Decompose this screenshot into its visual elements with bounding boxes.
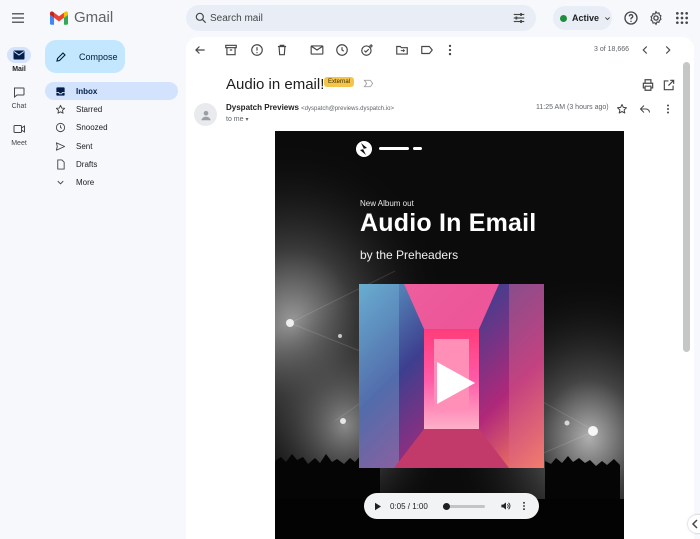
compose-button[interactable]: Compose — [45, 40, 125, 73]
sidebar-item-inbox[interactable]: Inbox — [45, 82, 178, 100]
sidebar-item-label: Sent — [76, 141, 93, 151]
chevron-down-icon — [57, 180, 64, 185]
archive-icon[interactable] — [224, 43, 238, 57]
sidebar-item-starred[interactable]: Starred — [45, 100, 178, 118]
sidebar-item-label: Inbox — [76, 86, 98, 96]
play-icon[interactable] — [374, 502, 382, 511]
gmail-m-icon — [50, 10, 68, 25]
side-panel-toggle[interactable] — [688, 515, 700, 533]
add-task-icon[interactable] — [360, 43, 374, 57]
back-arrow-icon[interactable] — [193, 43, 207, 57]
newer-chevron-icon[interactable] — [638, 43, 652, 57]
sender-line: Dyspatch Previews <dyspatch@previews.dys… — [226, 103, 394, 112]
audio-time: 0:05 / 1:00 — [390, 501, 428, 511]
person-icon — [200, 110, 211, 120]
active-status-dot — [560, 14, 567, 22]
gmail-logo[interactable]: Gmail — [50, 9, 113, 26]
sender-name[interactable]: Dyspatch Previews — [226, 103, 299, 112]
album-tagline: New Album out — [360, 199, 414, 208]
draft-icon — [57, 158, 65, 170]
email-body: New Album out Audio In Email by the Preh… — [275, 131, 624, 539]
rail-label: Meet — [11, 140, 27, 147]
chevron-left-icon — [691, 519, 698, 529]
delete-icon[interactable] — [275, 43, 289, 57]
search-icon[interactable] — [194, 11, 208, 25]
album-title: Audio In Email — [360, 209, 537, 237]
pager-count: 3 of 18,666 — [594, 46, 630, 53]
send-icon — [55, 141, 66, 151]
sidebar-item-more[interactable]: More — [45, 173, 178, 191]
sidebar-item-label: Snoozed — [76, 122, 108, 132]
snooze-icon[interactable] — [335, 43, 349, 57]
avatar[interactable] — [194, 103, 217, 126]
sender-email: <dyspatch@previews.dyspatch.io> — [301, 106, 394, 112]
settings-button[interactable] — [648, 10, 664, 26]
search-options-icon[interactable] — [512, 11, 526, 25]
sidebar-item-label: Drafts — [76, 159, 98, 169]
volume-icon[interactable] — [500, 501, 511, 511]
main-menu-button[interactable] — [8, 8, 28, 28]
email-subject: Audio in email! — [226, 76, 325, 93]
print-icon[interactable] — [641, 78, 655, 92]
mark-unread-icon[interactable] — [310, 43, 324, 57]
star-icon[interactable] — [616, 103, 628, 115]
help-icon — [624, 11, 638, 25]
vertical-scrollbar[interactable] — [683, 62, 690, 352]
message-time: 11:25 AM (3 hours ago) — [536, 104, 609, 111]
gear-icon — [650, 10, 662, 26]
chevron-down-icon — [605, 16, 610, 20]
clock-icon — [55, 122, 66, 132]
album-artist: by the Preheaders — [360, 248, 459, 262]
sidebar-item-snoozed[interactable]: Snoozed — [45, 118, 178, 136]
caret-down-icon: ▾ — [245, 117, 249, 123]
album-cover-video[interactable] — [359, 284, 544, 468]
message-view: 3 of 18,666 Audio in email! External Dys… — [186, 37, 694, 539]
open-new-window-icon[interactable] — [662, 78, 676, 92]
report-spam-icon[interactable] — [250, 43, 264, 57]
older-chevron-icon[interactable] — [661, 43, 675, 57]
important-marker-icon[interactable] — [363, 78, 374, 89]
audio-progress-slider[interactable] — [443, 503, 485, 510]
sidebar-item-label: Starred — [76, 104, 103, 114]
help-button[interactable] — [623, 10, 639, 26]
star-icon — [55, 104, 66, 114]
chat-icon — [14, 87, 25, 98]
app-name: Gmail — [74, 9, 114, 26]
recipient: to me — [226, 116, 244, 123]
apps-grid-icon — [676, 12, 688, 24]
apps-button[interactable] — [674, 10, 690, 26]
audio-player[interactable]: 0:05 / 1:00 — [364, 493, 539, 519]
inbox-icon — [56, 86, 65, 96]
sidebar-item-label: More — [76, 177, 95, 187]
audio-progress-knob[interactable] — [443, 503, 450, 510]
status-label: Active — [572, 13, 600, 23]
album-art-image — [359, 284, 544, 468]
rail-label: Chat — [11, 103, 27, 110]
mail-icon — [13, 50, 25, 60]
rail-item-mail[interactable]: Mail — [0, 47, 38, 73]
pencil-icon — [56, 51, 66, 62]
search-input[interactable] — [210, 5, 490, 31]
status-button[interactable]: Active — [553, 6, 612, 30]
reply-icon[interactable] — [639, 103, 651, 115]
search-bar[interactable] — [186, 5, 536, 31]
sidebar-item-drafts[interactable]: Drafts — [45, 155, 178, 173]
recipient-line[interactable]: to me ▾ — [226, 116, 248, 123]
more-vert-icon[interactable] — [522, 501, 526, 511]
rail-item-chat[interactable]: Chat — [0, 84, 38, 110]
rail-item-meet[interactable]: Meet — [0, 121, 38, 147]
compose-label: Compose — [79, 51, 118, 62]
rail-label: Mail — [12, 66, 26, 73]
more-vert-icon[interactable] — [443, 43, 457, 57]
more-vert-icon[interactable] — [662, 103, 674, 115]
external-badge[interactable]: External — [324, 77, 355, 87]
sidebar-item-sent[interactable]: Sent — [45, 137, 178, 155]
video-icon — [13, 125, 25, 133]
hamburger-icon — [12, 13, 24, 23]
label-icon[interactable] — [420, 43, 434, 57]
move-to-icon[interactable] — [395, 43, 409, 57]
